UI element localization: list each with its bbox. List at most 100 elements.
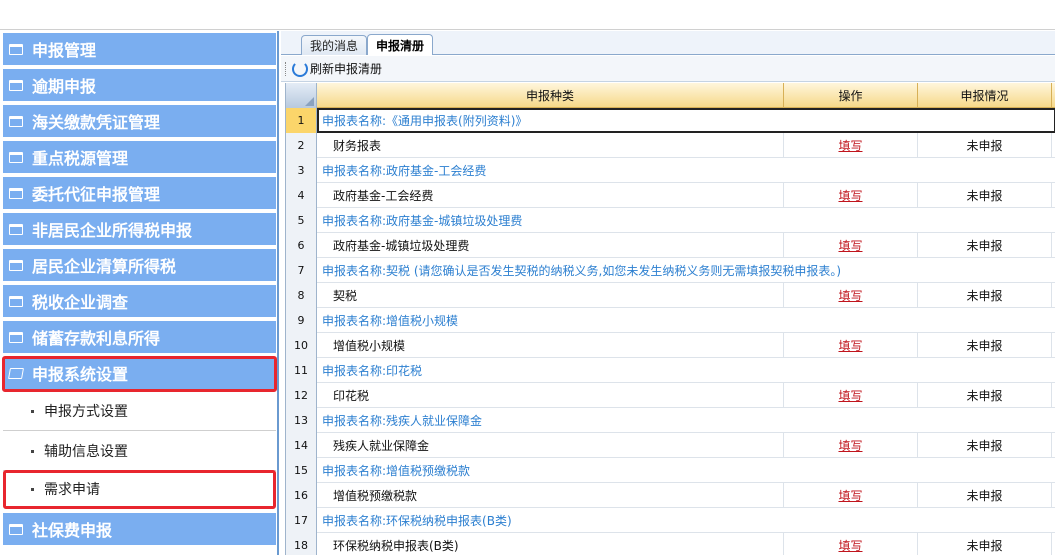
menu-savings-interest[interactable]: 储蓄存款利息所得 xyxy=(3,321,276,355)
menu-label: 申报管理 xyxy=(32,41,97,60)
item-name: 政府基金-工会经费 xyxy=(317,183,784,208)
subitem-request[interactable]: 需求申请 xyxy=(3,470,276,509)
operation-cell: 填写 xyxy=(784,133,918,158)
status-cell: 未申报 xyxy=(918,483,1052,508)
table-group-row[interactable]: 1 申报表名称:《通用申报表(附列资料)》 xyxy=(286,108,1055,133)
menu-label: 非居民企业所得税申报 xyxy=(32,221,193,240)
fill-link[interactable]: 填写 xyxy=(838,237,862,254)
table-group-row[interactable]: 9 申报表名称:增值税小规模 xyxy=(286,308,1055,333)
tab-my-messages[interactable]: 我的消息 xyxy=(301,35,368,55)
fill-link[interactable]: 填写 xyxy=(838,437,862,454)
menu-system-settings[interactable]: 申报系统设置 xyxy=(2,356,277,392)
table-row[interactable]: 16 增值税预缴税款 填写 未申报 xyxy=(286,483,1055,508)
menu-tax-survey[interactable]: 税收企业调查 xyxy=(3,285,276,319)
group-title: 申报表名称:增值税小规模 xyxy=(322,314,459,328)
subitem-aux-info[interactable]: 辅助信息设置 xyxy=(3,432,276,471)
menu-label: 居民企业清算所得税 xyxy=(32,257,177,276)
group-title: 申报表名称:增值税预缴税款 xyxy=(322,464,471,478)
item-name: 契税 xyxy=(317,283,784,308)
fill-link[interactable]: 填写 xyxy=(838,187,862,204)
group-title: 申报表名称:契税 (请您确认是否发生契税的纳税义务,如您未发生纳税义务则无需填报… xyxy=(322,264,842,278)
group-title: 申报表名称:政府基金-城镇垃圾处理费 xyxy=(322,214,523,228)
tab-declare-list[interactable]: 申报清册 xyxy=(367,34,434,55)
fill-link[interactable]: 填写 xyxy=(838,137,862,154)
row-number: 9 xyxy=(286,308,317,333)
table-row[interactable]: 18 环保税纳税申报表(B类) 填写 未申报 xyxy=(286,533,1055,555)
table-group-row[interactable]: 3 申报表名称:政府基金-工会经费 xyxy=(286,158,1055,183)
row-number: 10 xyxy=(286,333,317,358)
table-group-row[interactable]: 15 申报表名称:增值税预缴税款 xyxy=(286,458,1055,483)
row-number: 6 xyxy=(286,233,317,258)
subitem-declare-method[interactable]: 申报方式设置 xyxy=(3,392,276,431)
item-name: 环保税纳税申报表(B类) xyxy=(317,533,784,555)
table-group-row[interactable]: 17 申报表名称:环保税纳税申报表(B类) xyxy=(286,508,1055,533)
group-title: 申报表名称:政府基金-工会经费 xyxy=(322,164,487,178)
fill-link[interactable]: 填写 xyxy=(838,537,862,554)
row-number: 7 xyxy=(286,258,317,283)
menu-overdue-declare[interactable]: 逾期申报 xyxy=(3,69,276,103)
menu-label: 海关缴款凭证管理 xyxy=(32,113,161,132)
fill-link[interactable]: 填写 xyxy=(838,287,862,304)
fill-link[interactable]: 填写 xyxy=(838,387,862,404)
menu-nonresident-income-tax[interactable]: 非居民企业所得税申报 xyxy=(3,213,276,247)
table-row[interactable]: 6 政府基金-城镇垃圾处理费 填写 未申报 xyxy=(286,233,1055,258)
status-cell: 未申报 xyxy=(918,183,1052,208)
item-name: 财务报表 xyxy=(317,133,784,158)
menu-customs-voucher[interactable]: 海关缴款凭证管理 xyxy=(3,105,276,139)
status-cell: 未申报 xyxy=(918,333,1052,358)
table-row[interactable]: 2 财务报表 填写 未申报 xyxy=(286,133,1055,158)
operation-cell: 填写 xyxy=(784,483,918,508)
item-name: 政府基金-城镇垃圾处理费 xyxy=(317,233,784,258)
bullet-icon xyxy=(31,449,34,453)
grid-header: 申报种类 操作 申报情况 xyxy=(286,83,1055,108)
row-number: 18 xyxy=(286,533,317,555)
operation-cell: 填写 xyxy=(784,383,918,408)
toolbar: 刷新申报清册 xyxy=(281,56,1055,82)
subitem-label: 辅助信息设置 xyxy=(44,444,128,460)
folder-icon xyxy=(9,223,23,235)
toolbar-separator xyxy=(285,61,286,76)
folder-icon xyxy=(9,523,23,535)
subitem-label: 需求申请 xyxy=(44,482,100,498)
menu-label: 申报系统设置 xyxy=(32,365,129,384)
table-group-row[interactable]: 11 申报表名称:印花税 xyxy=(286,358,1055,383)
group-title: 申报表名称:印花税 xyxy=(322,364,423,378)
table-row[interactable]: 12 印花税 填写 未申报 xyxy=(286,383,1055,408)
row-number: 4 xyxy=(286,183,317,208)
menu-label: 委托代征申报管理 xyxy=(32,185,161,204)
main-panel: 我的消息 申报清册 刷新申报清册 申报种类 操作 申报情况 1 申报表名称:《通用… xyxy=(281,31,1055,555)
item-name: 印花税 xyxy=(317,383,784,408)
folder-icon xyxy=(9,187,23,199)
row-number: 2 xyxy=(286,133,317,158)
menu-key-tax-source[interactable]: 重点税源管理 xyxy=(3,141,276,175)
folder-icon xyxy=(9,331,23,343)
group-title: 申报表名称:《通用申报表(附列资料)》 xyxy=(317,108,1055,133)
menu-entrusted-collection[interactable]: 委托代征申报管理 xyxy=(3,177,276,211)
menu-label: 逾期申报 xyxy=(32,77,97,96)
menu-resident-liquidation-tax[interactable]: 居民企业清算所得税 xyxy=(3,249,276,283)
table-row[interactable]: 8 契税 填写 未申报 xyxy=(286,283,1055,308)
status-cell: 未申报 xyxy=(918,433,1052,458)
fill-link[interactable]: 填写 xyxy=(838,487,862,504)
row-number: 13 xyxy=(286,408,317,433)
table-row[interactable]: 14 残疾人就业保障金 填写 未申报 xyxy=(286,433,1055,458)
row-number: 12 xyxy=(286,383,317,408)
menu-declare-management[interactable]: 申报管理 xyxy=(3,33,276,67)
header-status: 申报情况 xyxy=(918,83,1052,108)
table-group-row[interactable]: 7 申报表名称:契税 (请您确认是否发生契税的纳税义务,如您未发生纳税义务则无需填… xyxy=(286,258,1055,283)
sidebar: 申报管理 逾期申报 海关缴款凭证管理 重点税源管理 委托代征申报管理 非居民企业… xyxy=(0,31,279,555)
operation-cell: 填写 xyxy=(784,433,918,458)
table-group-row[interactable]: 5 申报表名称:政府基金-城镇垃圾处理费 xyxy=(286,208,1055,233)
refresh-icon[interactable] xyxy=(292,60,308,77)
table-row[interactable]: 4 政府基金-工会经费 填写 未申报 xyxy=(286,183,1055,208)
table-row[interactable]: 10 增值税小规模 填写 未申报 xyxy=(286,333,1055,358)
refresh-button[interactable]: 刷新申报清册 xyxy=(310,60,382,77)
operation-cell: 填写 xyxy=(784,183,918,208)
fill-link[interactable]: 填写 xyxy=(838,337,862,354)
row-number: 8 xyxy=(286,283,317,308)
table-group-row[interactable]: 13 申报表名称:残疾人就业保障金 xyxy=(286,408,1055,433)
top-bar xyxy=(0,0,1055,30)
folder-icon xyxy=(9,79,23,91)
row-number: 1 xyxy=(286,108,317,133)
menu-social-security[interactable]: 社保费申报 xyxy=(3,513,276,547)
